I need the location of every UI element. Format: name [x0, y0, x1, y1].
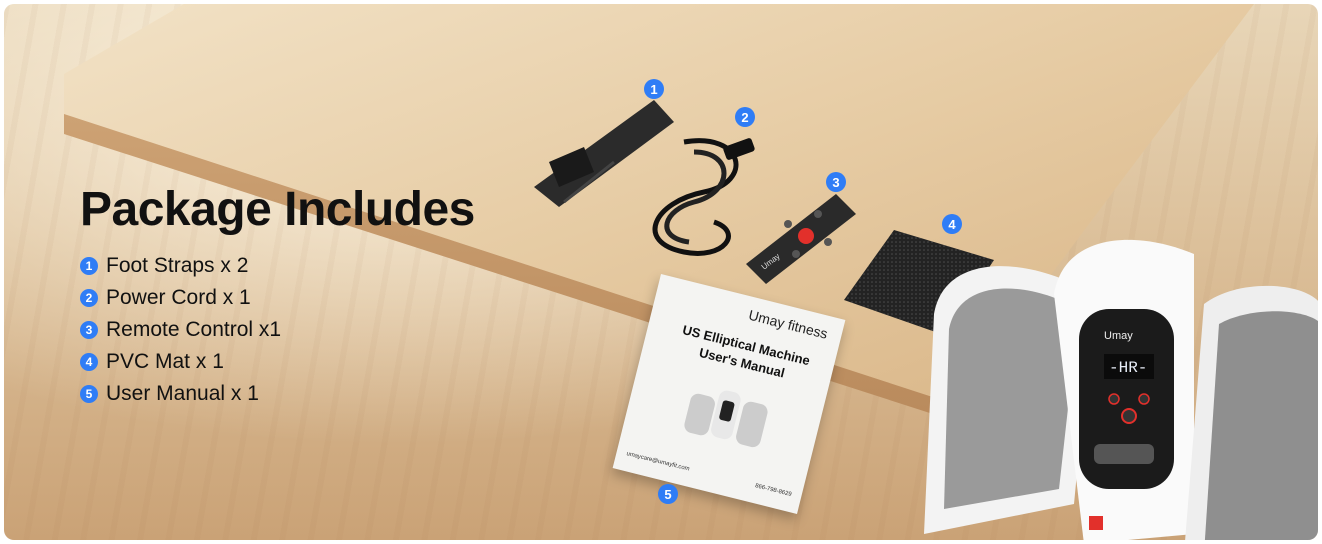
list-item: 4 PVC Mat x 1 — [80, 346, 281, 378]
number-badge: 2 — [80, 289, 98, 307]
item-label: Remote Control x1 — [106, 318, 282, 341]
badge-4: 4 — [942, 214, 962, 234]
badge-2: 2 — [735, 107, 755, 127]
list-item: 2 Power Cord x 1 — [80, 282, 281, 314]
list-item: 3 Remote Control x1 — [80, 314, 281, 346]
product-scene: Umay Umay fitness US Elliptical Machine … — [4, 4, 1318, 540]
item-label: User Manual x 1 — [106, 382, 259, 405]
number-badge: 4 — [80, 353, 98, 371]
badge-3: 3 — [826, 172, 846, 192]
device-display: -HR- — [1109, 359, 1147, 377]
item-label: PVC Mat x 1 — [106, 350, 224, 373]
badge-5: 5 — [658, 484, 678, 504]
list-item: 5 User Manual x 1 — [80, 378, 281, 410]
manual-phone: 866-798-8629 — [754, 483, 793, 499]
manual-brand: Umay fitness — [746, 306, 830, 342]
package-list: 1 Foot Straps x 2 2 Power Cord x 1 3 Remote… — [80, 250, 281, 410]
number-badge: 3 — [80, 321, 98, 339]
elliptical-machine-image: Umay -HR- — [924, 239, 1318, 540]
badge-1: 1 — [644, 79, 664, 99]
manual-email: umaycare@umayfit.com — [625, 451, 691, 473]
manual-cover-product-image — [684, 390, 768, 448]
page-title: Package Includes — [80, 183, 475, 236]
item-label: Power Cord x 1 — [106, 286, 251, 309]
device-brand: Umay — [1104, 330, 1133, 342]
number-badge: 1 — [80, 257, 98, 275]
number-badge: 5 — [80, 385, 98, 403]
item-label: Foot Straps x 2 — [106, 254, 249, 277]
list-item: 1 Foot Straps x 2 — [80, 250, 281, 282]
